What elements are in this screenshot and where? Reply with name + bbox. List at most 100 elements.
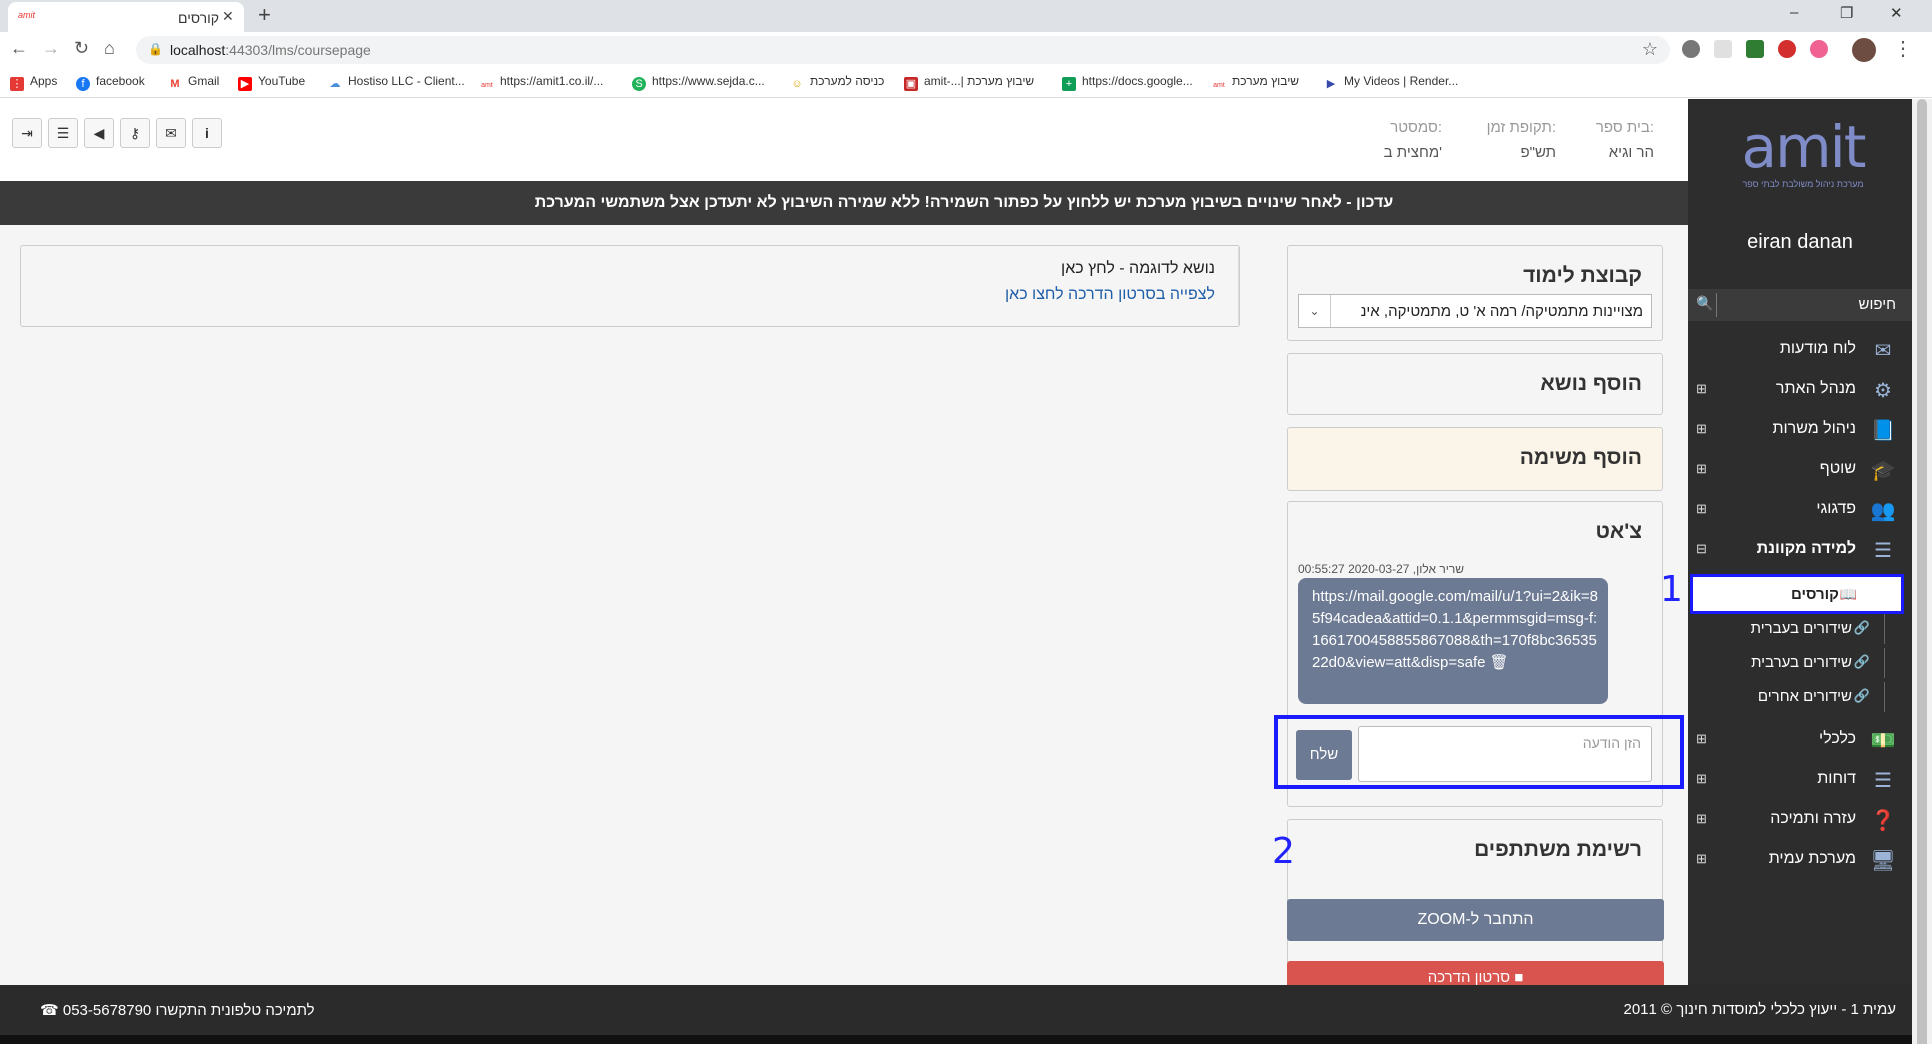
sidebar-item-bulletin[interactable]: לוח מודעות ✉	[1688, 331, 1912, 369]
key-icon[interactable]: ⚷	[120, 118, 150, 148]
scrollbar-thumb[interactable]	[1917, 99, 1927, 1044]
expand-plus-icon[interactable]: ⊞	[1696, 731, 1707, 747]
chat-title: צ'אט	[1595, 520, 1642, 543]
sidebar-item-site-admin[interactable]: ⊞ מנהל האתר ⚙	[1688, 371, 1912, 409]
people-icon: ☺	[790, 77, 804, 91]
sidebar-subitem-hebrew-broadcasts[interactable]: שידורים בעברית 🔗	[1688, 614, 1912, 644]
video-camera-icon: ■	[1510, 969, 1524, 986]
bookmark-facebook[interactable]: f facebook	[76, 74, 145, 91]
reload-icon[interactable]: ↻	[74, 38, 89, 59]
document-icon: ▣	[904, 77, 918, 91]
amit-favicon-icon: amit	[18, 10, 36, 20]
back-arrow-icon[interactable]: ←	[10, 38, 28, 59]
expand-plus-icon[interactable]: ⊞	[1696, 851, 1707, 867]
sheets-icon: +	[1062, 77, 1076, 91]
add-task-button[interactable]: הוסף משימה	[1287, 427, 1663, 491]
search-icon[interactable]: 🔍	[1696, 295, 1713, 312]
bookmark-youtube[interactable]: ▶ YouTube	[238, 74, 305, 91]
page: ⇥ ☰ ◀ ⚷ ✉ i בית ספר: הר וגיא תקופת זמן: …	[0, 99, 1932, 1044]
browser-tab[interactable]: amit קורסים ✕	[8, 2, 244, 32]
add-task-label: הוסף משימה	[1519, 446, 1642, 469]
bookmark-hostiso[interactable]: ☁ Hostiso LLC - Client...	[328, 74, 465, 91]
lock-icon: 🔒	[148, 42, 163, 56]
participants-title: רשימת משתתפים	[1474, 838, 1642, 861]
new-tab-icon[interactable]: +	[258, 2, 271, 28]
bookmark-my-videos[interactable]: ▶ My Videos | Render...	[1324, 74, 1458, 91]
opera-extension-icon[interactable]	[1778, 40, 1796, 58]
logout-icon[interactable]: ⇥	[12, 118, 42, 148]
trash-icon[interactable]: 🗑	[1490, 654, 1509, 671]
bookmark-apps[interactable]: ⋮ Apps	[10, 74, 57, 91]
search-label: חיפוש	[1858, 296, 1896, 313]
apps-grid-icon: ⋮	[10, 77, 24, 91]
wordpress-extension-icon[interactable]	[1682, 40, 1700, 58]
home-icon[interactable]: ⌂	[104, 38, 115, 59]
envelope-icon: ✉	[1874, 340, 1892, 362]
bookmark-sejda[interactable]: Shttps://www.sejda.c...	[632, 74, 765, 91]
browser-tab-bar: amit קורסים ✕ + – ❐ ✕	[0, 0, 1932, 32]
tutorial-link[interactable]: לצפייה בסרטון הדרכה לחצו כאן	[1005, 286, 1215, 304]
play-icon: ▶	[1324, 77, 1338, 91]
bookmark-star-icon[interactable]: ☆	[1642, 39, 1658, 60]
bookmark-amit1[interactable]: amt https://amit1.co.il/...	[480, 74, 603, 93]
expand-plus-icon[interactable]: ⊞	[1696, 811, 1707, 827]
sidebar-item-reports[interactable]: ⊞ דוחות ☰	[1688, 761, 1912, 799]
volume-icon[interactable]: ◀	[84, 118, 114, 148]
sidebar-search[interactable]: חיפוש 🔍	[1688, 289, 1912, 321]
close-tab-icon[interactable]: ✕	[222, 8, 234, 25]
sidebar-subitem-arabic-broadcasts[interactable]: שידורים בערבית 🔗	[1688, 648, 1912, 678]
amit-icon: amt	[1212, 79, 1226, 93]
expand-plus-icon[interactable]: ⊞	[1696, 461, 1707, 477]
topic-title[interactable]: נושא לדוגמה - לחץ כאן	[1061, 260, 1215, 278]
bookmark-gmail[interactable]: M Gmail	[168, 74, 219, 91]
period-value: תש"פ	[1520, 144, 1557, 161]
close-window-icon[interactable]: ✕	[1890, 4, 1903, 22]
bookmark-schedule[interactable]: amt שיבוץ מערכת	[1212, 74, 1299, 93]
collapse-minus-icon[interactable]: ⊟	[1696, 541, 1707, 557]
expand-plus-icon[interactable]: ⊞	[1696, 421, 1707, 437]
expand-plus-icon[interactable]: ⊞	[1696, 501, 1707, 517]
sidebar-subitem-other-broadcasts[interactable]: שידורים אחרים 🔗	[1688, 682, 1912, 712]
youtube-icon: ▶	[238, 77, 252, 91]
gear-icon: ⚙	[1874, 380, 1892, 402]
sidebar-item-ongoing[interactable]: ⊞ שוטף 🎓	[1688, 451, 1912, 489]
url-field[interactable]: 🔒 localhost:44303/lms/coursepage ☆	[136, 36, 1670, 64]
expand-plus-icon[interactable]: ⊞	[1696, 771, 1707, 787]
vertical-scrollbar[interactable]	[1912, 99, 1932, 1044]
user-name: eiran danan	[1747, 231, 1853, 253]
minimize-icon[interactable]: –	[1790, 4, 1798, 21]
annotation-number-1: 1	[1660, 569, 1683, 610]
sidebar-item-jobs[interactable]: ⊞ ניהול משרות 📘	[1688, 411, 1912, 449]
add-topic-button[interactable]: הוסף נושא	[1287, 353, 1663, 415]
profile-avatar[interactable]	[1852, 38, 1876, 62]
sidebar-item-online-learning[interactable]: ⊟ למידה מקוונת ☰	[1688, 531, 1912, 569]
annotation-highlight-zoom	[1274, 715, 1684, 789]
learning-group-select[interactable]: מצויינות מתמטיקה/ רמה א' ט, מתמטיקה, אינ…	[1298, 294, 1652, 328]
sidebar-item-finance[interactable]: ⊞ כלכלי 💵	[1688, 721, 1912, 759]
chat-message-bubble[interactable]: https://mail.google.com/mail/u/1?ui=2&ik…	[1298, 578, 1608, 704]
extension-pink-icon[interactable]	[1810, 40, 1828, 58]
extension-green-icon[interactable]	[1746, 40, 1764, 58]
forward-arrow-icon[interactable]: →	[42, 38, 60, 59]
sidebar-item-help[interactable]: ⊞ עזרה ותמיכה ❓	[1688, 801, 1912, 839]
sidebar-item-pedagogy[interactable]: ⊞ פדגוגי 👥	[1688, 491, 1912, 529]
bookmark-google-docs[interactable]: + https://docs.google...	[1062, 74, 1193, 91]
zoom-connect-button[interactable]: התחבר ל-ZOOM	[1287, 899, 1664, 941]
school-label: בית ספר:	[1595, 119, 1654, 136]
browser-menu-icon[interactable]: ⋮	[1893, 36, 1913, 61]
expand-plus-icon[interactable]: ⊞	[1696, 381, 1707, 397]
restore-icon[interactable]: ❐	[1840, 4, 1853, 22]
envelope-icon[interactable]: ✉	[156, 118, 186, 148]
sidebar-subitem-courses[interactable]: קורסים 📖	[1690, 574, 1904, 614]
sidebar-item-amit-system[interactable]: ⊞ מערכת עמית 🖥	[1688, 841, 1912, 879]
topic-panel: נושא לדוגמה - לחץ כאן לצפייה בסרטון הדרכ…	[20, 245, 1240, 327]
book-icon: 📖	[1839, 586, 1857, 602]
bookmark-login[interactable]: ☺ כניסה למערכת	[790, 74, 884, 91]
horizontal-scrollbar[interactable]	[0, 1035, 1912, 1044]
menu-list-icon[interactable]: ☰	[48, 118, 78, 148]
info-icon[interactable]: i	[192, 118, 222, 148]
extension-icon[interactable]	[1714, 40, 1732, 58]
phone-icon: ☎	[40, 1002, 59, 1019]
sejda-icon: S	[632, 77, 646, 91]
bookmark-schedule-amit[interactable]: ▣ amit-...| שיבוץ מערכת	[904, 74, 1034, 91]
